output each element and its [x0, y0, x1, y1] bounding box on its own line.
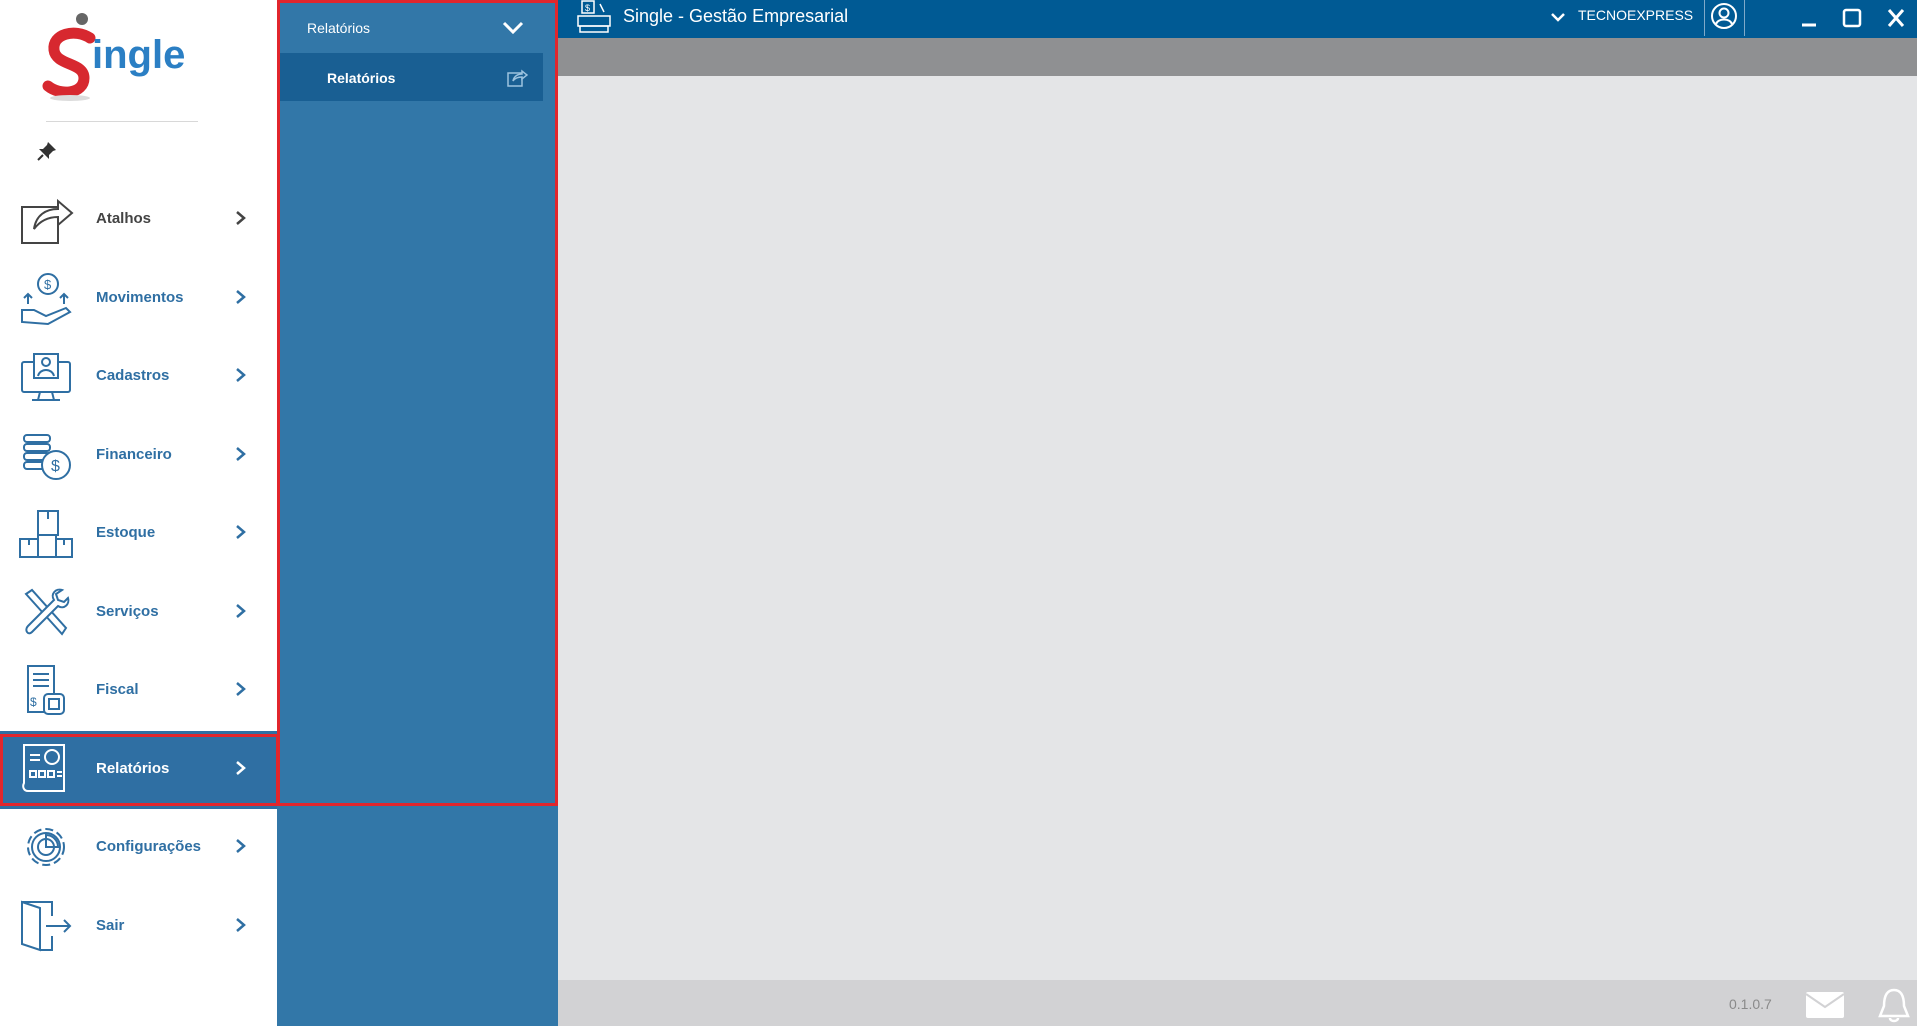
coins-icon: $ — [23, 434, 71, 480]
version-label: 0.1.0.7 — [1729, 996, 1772, 1012]
sidebar-item-configuracoes[interactable]: Configurações — [0, 809, 277, 887]
svg-text:$: $ — [51, 458, 60, 475]
monitor-user-icon — [21, 353, 71, 401]
boxes-icon — [19, 510, 73, 558]
sidebar-item-label: Sair — [96, 917, 125, 934]
chevron-right-icon — [236, 211, 246, 225]
sidebar-item-atalhos[interactable]: Atalhos — [0, 181, 277, 259]
app-window: ingle Atalhos $ Movimentos Cadastros $ F… — [0, 0, 1917, 1026]
money-hand-icon: $ — [21, 273, 72, 326]
workspace-area — [558, 76, 1917, 980]
chevron-right-icon — [236, 682, 246, 696]
chevron-right-icon — [236, 839, 246, 853]
share-box-icon — [507, 69, 528, 87]
sidebar-item-servicos[interactable]: Serviços — [0, 574, 277, 652]
chevron-right-icon — [236, 447, 246, 461]
maximize-icon[interactable] — [1840, 6, 1864, 30]
sidebar-item-label: Relatórios — [96, 760, 170, 777]
divider — [1744, 0, 1745, 36]
sidebar-item-movimentos[interactable]: $ Movimentos — [0, 260, 277, 338]
mail-icon[interactable] — [1804, 990, 1846, 1020]
sidebar-item-estoque[interactable]: Estoque — [0, 495, 277, 573]
receipt-icon: $ — [27, 665, 65, 715]
share-box-icon — [21, 198, 74, 244]
exit-door-icon — [21, 900, 72, 952]
sidebar-item-label: Cadastros — [96, 367, 170, 384]
sidebar-item-label: Serviços — [96, 603, 159, 620]
status-bar: 0.1.0.7 — [558, 980, 1917, 1026]
logo-divider — [46, 121, 198, 122]
svg-text:$: $ — [585, 3, 590, 13]
close-icon[interactable] — [1884, 6, 1908, 30]
sidebar-item-label: Estoque — [96, 524, 156, 541]
pin-icon[interactable] — [36, 140, 58, 162]
divider — [1704, 0, 1705, 36]
report-icon — [22, 744, 65, 792]
company-selector[interactable]: TECNOEXPRESS — [1578, 7, 1693, 23]
sidebar-item-relatorios[interactable]: Relatórios — [0, 731, 277, 809]
svg-text:$: $ — [30, 695, 37, 709]
submenu-panel — [277, 0, 558, 1026]
chevron-right-icon — [236, 525, 246, 539]
main-sidebar: ingle Atalhos $ Movimentos Cadastros $ F… — [0, 0, 277, 1026]
bell-icon[interactable] — [1877, 986, 1911, 1024]
sidebar-item-label: Financeiro — [96, 446, 172, 463]
submenu-header[interactable]: Relatórios — [280, 4, 555, 50]
sidebar-item-label: Configurações — [96, 838, 202, 855]
chevron-right-icon — [236, 918, 246, 932]
sidebar-item-label: Movimentos — [96, 289, 184, 306]
svg-text:$: $ — [44, 277, 52, 292]
cash-register-icon: $ — [577, 0, 611, 33]
sidebar-item-label: Fiscal — [96, 681, 139, 698]
chevron-down-icon[interactable] — [1550, 10, 1566, 24]
user-avatar-icon[interactable] — [1710, 2, 1738, 30]
app-title: Single - Gestão Empresarial — [623, 6, 849, 26]
submenu-item-relatorios[interactable]: Relatórios — [280, 53, 543, 101]
sidebar-item-fiscal[interactable]: $ Fiscal — [0, 652, 277, 730]
submenu-item-label: Relatórios — [327, 70, 396, 86]
title-bar: $ Single - Gestão Empresarial TECNOEXPRE… — [558, 0, 1917, 38]
tab-strip — [558, 38, 1917, 76]
chevron-right-icon — [236, 604, 246, 618]
submenu-title: Relatórios — [307, 20, 371, 36]
chevron-right-icon — [236, 761, 246, 775]
gear-icon — [27, 828, 65, 866]
minimize-icon[interactable] — [1797, 6, 1821, 30]
sidebar-item-financeiro[interactable]: $ Financeiro — [0, 417, 277, 495]
sidebar-item-cadastros[interactable]: Cadastros — [0, 338, 277, 416]
chevron-right-icon — [236, 368, 246, 382]
chevron-right-icon — [236, 290, 246, 304]
svg-text:ingle: ingle — [92, 33, 185, 77]
single-logo: ingle — [42, 13, 185, 101]
chevron-down-icon[interactable] — [501, 20, 525, 36]
sidebar-item-sair[interactable]: Sair — [0, 888, 277, 966]
sidebar-item-label: Atalhos — [96, 210, 152, 227]
tools-icon — [24, 588, 70, 636]
